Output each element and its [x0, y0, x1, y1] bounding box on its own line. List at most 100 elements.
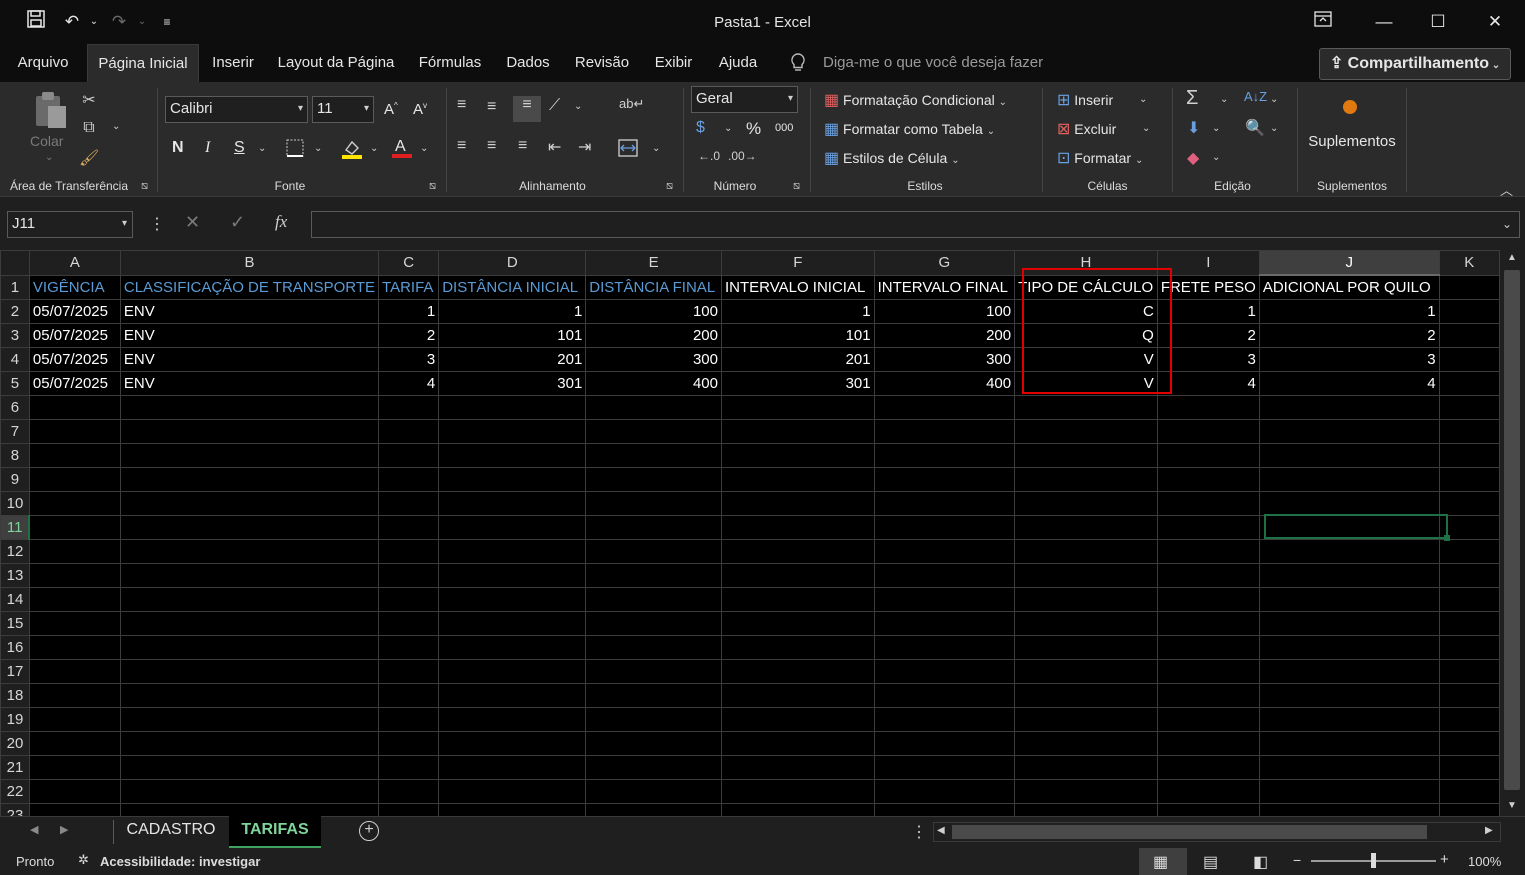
format-cells-button[interactable]: ⊡ Formatar ⌄: [1057, 148, 1143, 168]
underline-button[interactable]: S: [234, 139, 245, 157]
cell[interactable]: [1014, 443, 1158, 468]
cell[interactable]: V: [1014, 347, 1158, 372]
cell[interactable]: 05/07/2025: [28, 347, 121, 372]
cell[interactable]: [28, 779, 121, 804]
name-box[interactable]: J11 ▾: [7, 211, 133, 238]
cell[interactable]: TIPO DE CÁLCULO: [1014, 274, 1158, 300]
cell[interactable]: [1156, 779, 1260, 804]
cell[interactable]: [1258, 539, 1440, 564]
scroll-thumb[interactable]: [1504, 270, 1520, 790]
cell[interactable]: [873, 563, 1016, 588]
cell[interactable]: [28, 659, 121, 684]
cell[interactable]: [119, 587, 380, 612]
increase-decimal-icon[interactable]: ←.0: [698, 149, 720, 163]
paste-dropdown-icon[interactable]: ⌄: [45, 152, 53, 163]
cell[interactable]: [119, 539, 380, 564]
accessibility-status[interactable]: Acessibilidade: investigar: [100, 854, 260, 869]
underline-dropdown-icon[interactable]: ⌄: [258, 143, 266, 154]
cell[interactable]: [119, 419, 380, 444]
cell[interactable]: [721, 731, 875, 756]
cell[interactable]: [28, 683, 121, 708]
vertical-scrollbar[interactable]: ▲ ▼: [1500, 250, 1525, 816]
cell[interactable]: 300: [585, 347, 722, 372]
cell[interactable]: [119, 755, 380, 780]
row-header[interactable]: 13: [0, 563, 30, 588]
cell[interactable]: 4: [378, 371, 440, 396]
scroll-right-icon[interactable]: ▶: [1485, 825, 1493, 836]
cell[interactable]: [585, 803, 722, 816]
cell[interactable]: [585, 563, 722, 588]
fill-color-dropdown-icon[interactable]: ⌄: [370, 143, 378, 154]
cell[interactable]: [873, 395, 1016, 420]
cell[interactable]: 201: [438, 347, 587, 372]
orientation-icon[interactable]: ⟋: [549, 97, 560, 115]
cell[interactable]: [1014, 659, 1158, 684]
cell[interactable]: [1438, 755, 1500, 780]
row-header[interactable]: 19: [0, 707, 30, 732]
cell[interactable]: [873, 779, 1016, 804]
clear-icon[interactable]: ◆: [1187, 148, 1199, 168]
row-header[interactable]: 23: [0, 803, 30, 816]
cell[interactable]: [438, 515, 587, 540]
clear-dropdown-icon[interactable]: ⌄: [1212, 152, 1220, 163]
autosum-dropdown-icon[interactable]: ⌄: [1220, 94, 1228, 105]
cell[interactable]: [378, 539, 440, 564]
addins-button[interactable]: Suplementos: [1305, 133, 1399, 150]
cell[interactable]: INTERVALO INICIAL: [721, 274, 875, 300]
cell[interactable]: [119, 467, 380, 492]
row-header[interactable]: 20: [0, 731, 30, 756]
decrease-indent-icon[interactable]: ⇤: [548, 137, 561, 157]
cell[interactable]: [1156, 467, 1260, 492]
cell[interactable]: [1258, 419, 1440, 444]
thousands-button[interactable]: 000: [775, 122, 793, 134]
cell[interactable]: [1014, 419, 1158, 444]
cell[interactable]: 301: [438, 371, 587, 396]
row-header[interactable]: 18: [0, 683, 30, 708]
copy-icon[interactable]: ⧉: [79, 119, 99, 137]
cell[interactable]: 2: [1156, 323, 1260, 348]
cell[interactable]: [1014, 515, 1158, 540]
sheet-tab-tarifas[interactable]: TARIFAS: [229, 816, 321, 849]
percent-button[interactable]: %: [746, 119, 761, 139]
align-middle-icon[interactable]: ≡: [487, 98, 496, 116]
cell[interactable]: [119, 635, 380, 660]
cell[interactable]: [1014, 491, 1158, 516]
cell[interactable]: C: [1014, 299, 1158, 324]
cell[interactable]: ENV: [119, 371, 380, 396]
cell[interactable]: [28, 803, 121, 816]
tab-exibir[interactable]: Exibir: [646, 44, 701, 82]
font-name-select[interactable]: Calibri ▾: [165, 96, 308, 123]
select-all-corner[interactable]: [0, 250, 30, 276]
cell[interactable]: [378, 491, 440, 516]
orientation-dropdown-icon[interactable]: ⌄: [574, 101, 582, 112]
cell[interactable]: [28, 395, 121, 420]
cell[interactable]: [1438, 467, 1500, 492]
next-sheet-icon[interactable]: ▶: [60, 823, 68, 836]
cell[interactable]: [1156, 803, 1260, 816]
cell[interactable]: [1014, 635, 1158, 660]
row-header[interactable]: 22: [0, 779, 30, 804]
cell-styles-button[interactable]: ▦ Estilos de Célula ⌄: [824, 148, 960, 168]
cell[interactable]: ENV: [119, 299, 380, 324]
cell[interactable]: [1258, 443, 1440, 468]
cell[interactable]: [378, 395, 440, 420]
cell[interactable]: 1: [378, 299, 440, 324]
row-header[interactable]: 16: [0, 635, 30, 660]
cell[interactable]: [28, 611, 121, 636]
cell[interactable]: Q: [1014, 323, 1158, 348]
format-painter-icon[interactable]: 🖌: [79, 148, 99, 168]
add-sheet-icon[interactable]: +: [359, 821, 379, 841]
cell[interactable]: [873, 731, 1016, 756]
insert-cells-button[interactable]: ⊞ Inserir: [1057, 90, 1113, 110]
cell[interactable]: 201: [721, 347, 875, 372]
tab-layout[interactable]: Layout da Página: [270, 44, 402, 82]
bold-button[interactable]: N: [172, 139, 184, 157]
cell[interactable]: [721, 803, 875, 816]
cell[interactable]: [1438, 563, 1500, 588]
row-header[interactable]: 17: [0, 659, 30, 684]
scroll-left-icon[interactable]: ◀: [937, 825, 945, 836]
cell[interactable]: FRETE PESO: [1156, 274, 1260, 300]
cell[interactable]: [28, 563, 121, 588]
cell[interactable]: [1014, 683, 1158, 708]
cell[interactable]: TARIFA: [378, 274, 440, 300]
